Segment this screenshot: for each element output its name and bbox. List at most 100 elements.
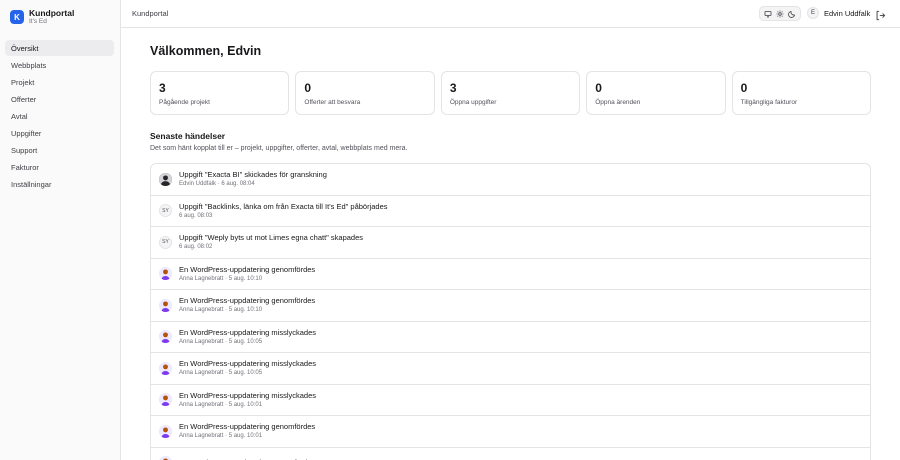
- avatar: [159, 456, 172, 460]
- avatar: [159, 330, 172, 344]
- brand-name: Kundportal: [29, 8, 75, 18]
- sidebar-item-label: Fakturor: [11, 162, 39, 172]
- brand-text: Kundportal It's Ed: [29, 8, 74, 26]
- monitor-icon[interactable]: [763, 8, 774, 19]
- event-title: Uppgift "Exacta BI" skickades för gransk…: [179, 170, 327, 180]
- page-title: Välkommen, Edvin: [150, 44, 262, 58]
- list-item[interactable]: SY Uppgift "Backlinks, länka om från Exac…: [151, 196, 870, 227]
- avatar: [159, 424, 172, 438]
- stat-value: 0: [304, 81, 312, 95]
- sidebar-item-label: Översikt: [11, 43, 39, 53]
- event-title: Uppgift "Backlinks, länka om från Exacta…: [179, 201, 388, 211]
- stat-value: 3: [449, 81, 457, 95]
- list-item[interactable]: En WordPress-uppdatering genomfördes Anna…: [151, 416, 870, 448]
- event-text: En WordPress-uppdatering misslyckades Ann…: [179, 359, 316, 377]
- event-meta: Anna Lagnebratt · 5 aug. 10:05: [179, 370, 263, 377]
- stat-card[interactable]: 3 Pågående projekt: [150, 71, 290, 115]
- stat-card[interactable]: 3 Öppna uppgifter: [440, 71, 581, 115]
- event-title: En WordPress-uppdatering genomfördes: [179, 296, 316, 306]
- list-item[interactable]: En WordPress-uppdatering misslyckades Ann…: [151, 353, 870, 385]
- stat-label: Öppna ärenden: [595, 99, 641, 106]
- sidebar-item-label: Support: [11, 145, 38, 155]
- event-meta: Anna Lagnebratt · 5 aug. 10:10: [179, 275, 263, 282]
- sidebar-item-label: Webbplats: [11, 60, 47, 70]
- event-text: Uppgift "Exacta BI" skickades för gransk…: [179, 170, 327, 188]
- avatar: [159, 298, 172, 312]
- logout-icon[interactable]: [875, 8, 887, 21]
- event-title: En WordPress-uppdatering misslyckades: [179, 390, 317, 400]
- avatar: E: [807, 7, 819, 19]
- list-item[interactable]: En WordPress-uppdatering genomfördes Anna…: [151, 259, 870, 290]
- sidebar-item-support[interactable]: Support: [5, 142, 114, 158]
- list-item[interactable]: En WordPress-uppdatering misslyckades Ann…: [151, 322, 870, 353]
- sun-icon[interactable]: [775, 8, 786, 19]
- sidebar-item-label: Offerter: [11, 94, 37, 104]
- sidebar-item-label: Projekt: [11, 77, 35, 87]
- event-text: En WordPress-uppdatering genomfördes Anna…: [179, 422, 315, 440]
- section-subtitle: Det som hänt kopplat till er – projekt, …: [150, 145, 408, 152]
- event-meta: Anna Lagnebratt · 5 aug. 10:01: [179, 433, 263, 440]
- avatar: [159, 361, 172, 375]
- stat-value: 0: [595, 81, 602, 95]
- event-meta: Edvin Uddfalk · 6 aug. 08:04: [179, 181, 255, 188]
- stat-card[interactable]: 0 Offerter att besvara: [295, 71, 435, 115]
- event-text: En WordPress-uppdatering genomfördes Anna…: [179, 265, 315, 283]
- event-meta: 6 aug. 08:03: [179, 212, 213, 219]
- list-item[interactable]: Uppgift "Exacta BI" skickades för gransk…: [151, 164, 870, 196]
- sidebar-item-uppgifter[interactable]: Uppgifter: [5, 125, 114, 141]
- stat-label: Tillgängliga fakturor: [740, 99, 798, 106]
- list-item[interactable]: En WordPress-uppdatering genomfördes: [151, 448, 870, 460]
- breadcrumb[interactable]: Kundportal: [132, 9, 168, 18]
- avatar: [159, 172, 172, 186]
- event-text: En WordPress-uppdatering misslyckades Ann…: [179, 328, 316, 346]
- avatar: [159, 393, 172, 407]
- sidebar-item-installningar[interactable]: Inställningar: [5, 176, 114, 192]
- sidebar-item-avtal[interactable]: Avtal: [5, 108, 114, 124]
- stat-card[interactable]: 0 Tillgängliga fakturor: [731, 71, 872, 115]
- stat-label: Offerter att besvara: [304, 99, 361, 106]
- sidebar-item-offerter[interactable]: Offerter: [5, 91, 114, 107]
- main-content: Välkommen, Edvin 3 Pågående projekt 0 Of…: [121, 28, 900, 460]
- events-list: Uppgift "Exacta BI" skickades för gransk…: [150, 163, 871, 460]
- user-menu[interactable]: E Edvin Uddfalk: [807, 7, 870, 19]
- sidebar-item-label: Uppgifter: [11, 128, 42, 138]
- sidebar-nav: Översikt Webbplats Projekt Offerter Avta…: [5, 40, 114, 193]
- sidebar-item-label: Inställningar: [11, 179, 52, 189]
- stats-row: 3 Pågående projekt 0 Offerter att besvar…: [150, 71, 872, 115]
- stat-value: 0: [740, 81, 748, 95]
- stat-label: Pågående projekt: [159, 99, 210, 106]
- sidebar-item-oversikt[interactable]: Översikt: [5, 40, 114, 56]
- sidebar-item-webbplats[interactable]: Webbplats: [5, 57, 114, 73]
- event-title: En WordPress-uppdatering misslyckades: [179, 327, 317, 337]
- event-text: Uppgift "Weply byts ut mot Limes egna ch…: [179, 233, 363, 251]
- event-meta: Anna Lagnebratt · 5 aug. 10:05: [179, 338, 263, 345]
- list-item[interactable]: En WordPress-uppdatering genomfördes Anna…: [151, 290, 870, 322]
- event-meta: Anna Lagnebratt · 5 aug. 10:01: [179, 401, 263, 408]
- event-title: Uppgift "Weply byts ut mot Limes egna ch…: [179, 233, 364, 243]
- event-meta: 6 aug. 08:02: [179, 244, 213, 251]
- list-item[interactable]: En WordPress-uppdatering misslyckades Ann…: [151, 385, 870, 416]
- stat-value: 3: [159, 81, 166, 95]
- sidebar-item-fakturor[interactable]: Fakturor: [5, 159, 114, 175]
- event-title: En WordPress-uppdatering genomfördes: [179, 422, 316, 432]
- user-name: Edvin Uddfalk: [824, 8, 871, 18]
- stat-card[interactable]: 0 Öppna ärenden: [586, 71, 726, 115]
- avatar: [159, 267, 172, 281]
- sidebar: K Kundportal It's Ed Översikt Webbplats …: [0, 0, 121, 460]
- brand-logo: K: [10, 10, 24, 24]
- event-text: Uppgift "Backlinks, länka om från Exacta…: [179, 202, 388, 220]
- avatar: SY: [159, 235, 172, 249]
- brand-subtitle: It's Ed: [29, 18, 47, 25]
- list-item[interactable]: SY Uppgift "Weply byts ut mot Limes egna …: [151, 227, 870, 259]
- theme-switcher: [759, 6, 801, 21]
- brand[interactable]: K Kundportal It's Ed: [10, 8, 74, 26]
- avatar: SY: [159, 204, 172, 218]
- stat-label: Öppna uppgifter: [449, 99, 497, 106]
- sidebar-item-label: Avtal: [11, 111, 28, 121]
- section-title: Senaste händelser: [150, 131, 226, 141]
- event-title: En WordPress-uppdatering genomfördes: [179, 264, 316, 274]
- moon-icon[interactable]: [787, 8, 798, 19]
- sidebar-item-projekt[interactable]: Projekt: [5, 74, 114, 90]
- event-meta: Anna Lagnebratt · 5 aug. 10:10: [179, 307, 263, 314]
- event-text: En WordPress-uppdatering genomfördes Anna…: [179, 296, 315, 314]
